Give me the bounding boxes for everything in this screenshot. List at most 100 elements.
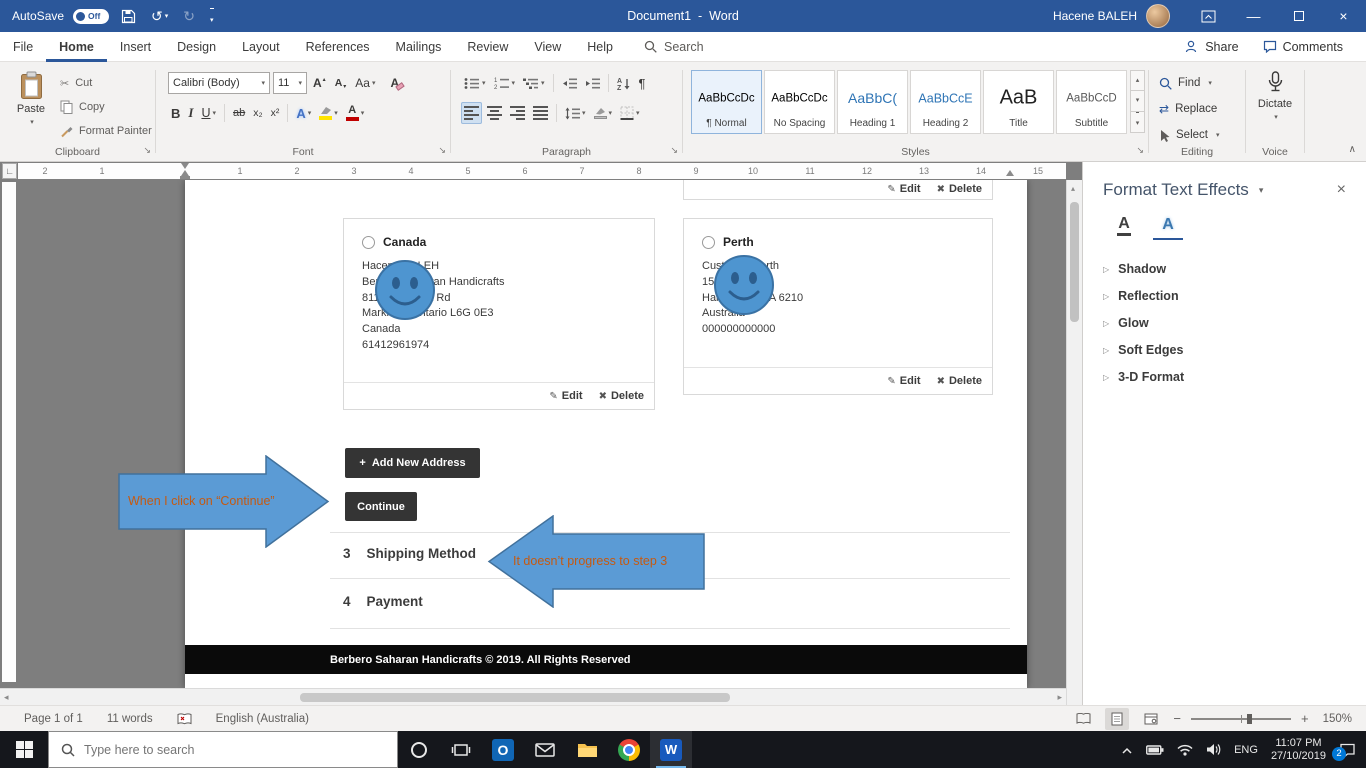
section-3d-format[interactable]: ▷ 3-D Format [1103, 364, 1346, 390]
zoom-in-button[interactable]: + [1301, 711, 1309, 726]
tab-help[interactable]: Help [574, 32, 626, 62]
paste-button[interactable]: Paste ▾ [8, 71, 54, 126]
speaker-icon[interactable] [1206, 743, 1221, 756]
delete-link[interactable]: ✖ Delete [937, 375, 982, 387]
multilevel-list-button[interactable]: ▾ [520, 72, 548, 94]
smiley-sticker[interactable] [713, 254, 775, 316]
read-mode-button[interactable] [1071, 708, 1095, 730]
close-pane-button[interactable]: × [1337, 181, 1346, 199]
taskbar-app-file-explorer[interactable] [566, 731, 608, 768]
maximize-button[interactable] [1276, 0, 1321, 32]
line-spacing-button[interactable]: ▾ [562, 102, 589, 124]
tab-insert[interactable]: Insert [107, 32, 164, 62]
first-line-indent-marker[interactable] [181, 163, 189, 169]
decrease-indent-button[interactable] [559, 72, 580, 94]
edit-link[interactable]: ✎ Edit [887, 375, 920, 387]
sort-button[interactable]: AZ [614, 72, 634, 94]
horizontal-scrollbar[interactable]: ◂ ▸ [0, 688, 1066, 705]
cut-button[interactable]: ✂ Cut [60, 72, 92, 94]
autosave-toggle[interactable]: Off [73, 8, 110, 24]
callout-arrow-step3[interactable]: It doesn’t progress to step 3 [487, 515, 705, 608]
share-button[interactable]: Share [1174, 32, 1249, 62]
radio-canada[interactable] [362, 235, 375, 249]
section-soft-edges[interactable]: ▷ Soft Edges [1103, 337, 1346, 363]
style-heading-1[interactable]: AaBbC(Heading 1 [837, 70, 908, 134]
format-painter-button[interactable]: Format Painter [60, 120, 152, 142]
shrink-font-button[interactable]: A ▾ [332, 72, 350, 94]
zoom-level[interactable]: 150% [1323, 713, 1352, 725]
tab-home[interactable]: Home [46, 32, 107, 62]
tab-review[interactable]: Review [454, 32, 521, 62]
strikethrough-button[interactable]: ab [230, 102, 248, 124]
close-button[interactable]: × [1321, 0, 1366, 32]
horizontal-ruler[interactable]: 2 1 1 2 3 4 5 6 7 8 9 10 11 12 13 14 15 [18, 163, 1066, 179]
text-effects-tab[interactable]: A [1153, 212, 1183, 240]
align-right-button[interactable] [507, 102, 528, 124]
copy-button[interactable]: Copy [60, 96, 105, 118]
align-center-button[interactable] [484, 102, 505, 124]
select-button[interactable]: Select ▾ [1159, 124, 1219, 146]
tab-mailings[interactable]: Mailings [383, 32, 455, 62]
italic-button[interactable]: I [185, 102, 196, 124]
ribbon-display-options-button[interactable] [1186, 0, 1231, 32]
page-indicator[interactable]: Page 1 of 1 [24, 713, 83, 725]
section-reflection[interactable]: ▷ Reflection [1103, 283, 1346, 309]
replace-button[interactable]: ⇄ Replace [1159, 98, 1217, 120]
scrollbar-thumb[interactable] [1070, 202, 1079, 322]
vertical-scrollbar[interactable]: ▴ [1066, 180, 1082, 705]
document-page[interactable]: ✎Edit ✖Delete Canada Hacene BALEH Berber… [185, 180, 1027, 688]
font-name-combo[interactable]: Calibri (Body) ▾ [168, 72, 270, 94]
minimize-button[interactable]: — [1231, 0, 1276, 32]
save-button[interactable] [118, 4, 139, 28]
justify-button[interactable] [530, 102, 551, 124]
tab-view[interactable]: View [521, 32, 574, 62]
smiley-sticker[interactable] [374, 259, 436, 321]
language-abbr[interactable]: ENG [1234, 744, 1258, 756]
language-indicator[interactable]: English (Australia) [216, 713, 309, 725]
account-name[interactable]: Hacene BALEH [1053, 9, 1137, 23]
taskbar-app-word[interactable]: W [650, 731, 692, 768]
style-subtitle[interactable]: AaBbCcD Subtitle [1056, 70, 1127, 134]
borders-button[interactable]: ▾ [617, 102, 643, 124]
zoom-slider[interactable] [1190, 713, 1291, 724]
ribbon-search[interactable]: Search [644, 40, 704, 54]
action-center-button[interactable]: 2 [1332, 742, 1356, 761]
right-indent-marker[interactable] [1006, 170, 1014, 176]
radio-perth[interactable] [702, 235, 715, 249]
add-new-address-button[interactable]: + Add New Address [345, 448, 480, 478]
show-formatting-marks-button[interactable]: ¶ [636, 72, 649, 94]
styles-dialog-launcher[interactable]: ↘ [1136, 145, 1144, 156]
tab-file[interactable]: File [0, 32, 46, 62]
tab-references[interactable]: References [293, 32, 383, 62]
chevron-down-icon[interactable]: ▾ [1259, 185, 1264, 196]
style-heading-2[interactable]: AaBbCcE Heading 2 [910, 70, 981, 134]
dictate-button[interactable]: Dictate ▾ [1252, 71, 1298, 121]
taskbar-search[interactable] [48, 731, 398, 768]
find-button[interactable]: Find ▾ [1159, 72, 1212, 94]
delete-link[interactable]: ✖ Delete [599, 390, 644, 402]
delete-link[interactable]: ✖ Delete [937, 183, 982, 195]
vertical-ruler[interactable] [2, 182, 16, 682]
shading-button[interactable]: ▾ [591, 102, 616, 124]
increase-indent-button[interactable] [582, 72, 603, 94]
grow-font-button[interactable]: A ▴ [310, 72, 329, 94]
battery-icon[interactable] [1146, 742, 1164, 758]
comments-button[interactable]: Comments [1252, 32, 1354, 62]
highlight-color-button[interactable]: ▾ [316, 102, 341, 124]
start-button[interactable] [0, 731, 48, 768]
text-fill-outline-tab[interactable]: A [1109, 212, 1139, 240]
word-count[interactable]: 11 words [107, 713, 153, 725]
customize-quick-access-button[interactable]: ▾ [207, 4, 217, 28]
redo-button[interactable]: ↻ [180, 4, 198, 28]
zoom-out-button[interactable]: − [1173, 711, 1181, 726]
styles-scroll-down-button[interactable]: ▾ [1130, 91, 1145, 112]
section-shadow[interactable]: ▷ Shadow [1103, 256, 1346, 282]
bold-button[interactable]: B [168, 102, 183, 124]
underline-button[interactable]: U ▾ [198, 102, 219, 124]
tab-selector-button[interactable]: ∟ [2, 163, 17, 179]
tab-layout[interactable]: Layout [229, 32, 293, 62]
subscript-button[interactable]: x₂ [250, 102, 265, 124]
cortana-button[interactable] [398, 731, 440, 768]
callout-arrow-continue[interactable]: When I click on “Continue” [118, 455, 330, 548]
styles-scroll-up-button[interactable]: ▴ [1130, 70, 1145, 91]
